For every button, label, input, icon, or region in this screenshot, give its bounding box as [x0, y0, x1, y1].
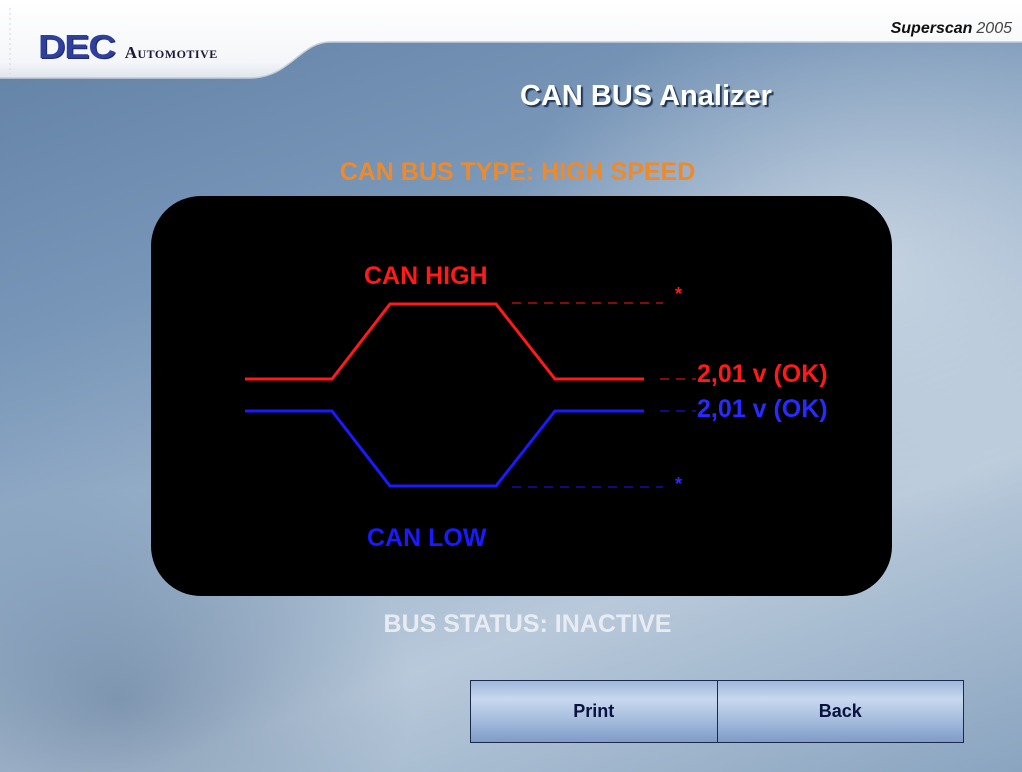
bus-status-label: BUS STATUS: INACTIVE — [383, 610, 672, 638]
can-low-waveform — [245, 409, 644, 488]
can-high-label: CAN HIGH — [364, 262, 488, 290]
company-logo: DEC Automotive — [38, 28, 218, 66]
signal-display: CAN HIGH CAN LOW * * 2,01 v (OK) 2,01 v … — [151, 196, 892, 596]
product-name: Superscan 2005 — [891, 20, 1012, 38]
can-low-label: CAN LOW — [367, 524, 487, 552]
product-title: Superscan — [890, 20, 973, 37]
button-bar: Print Back — [470, 680, 964, 743]
can-high-marker: * — [675, 284, 683, 304]
logo-mark: DEC — [38, 28, 116, 65]
can-high-waveform — [245, 302, 644, 381]
page-title: CAN BUS Analizer — [520, 80, 772, 112]
product-year: 2005 — [976, 20, 1012, 37]
back-button[interactable]: Back — [716, 681, 963, 742]
app-screen: DEC Automotive Superscan 2005 CAN BUS Ana… — [0, 0, 1022, 772]
can-low-voltage: 2,01 v (OK) — [697, 395, 828, 423]
can-high-voltage: 2,01 v (OK) — [697, 360, 828, 388]
can-low-marker: * — [675, 474, 683, 494]
bus-type-label: CAN BUS TYPE: HIGH SPEED — [339, 158, 696, 186]
print-button[interactable]: Print — [471, 681, 717, 742]
logo-subtitle: Automotive — [124, 43, 218, 62]
